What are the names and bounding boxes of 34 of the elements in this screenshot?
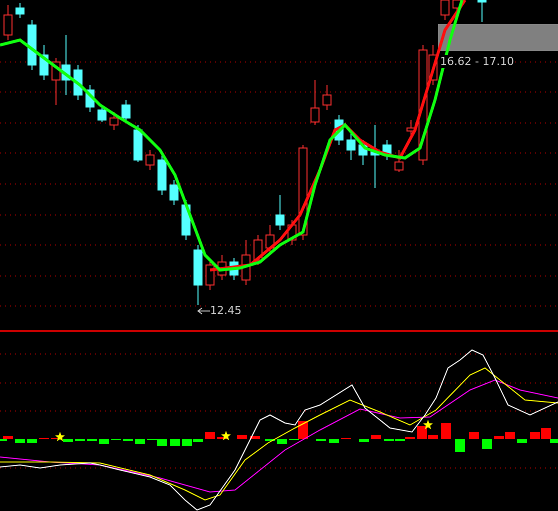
candlestick (170, 180, 178, 206)
candlestick (122, 100, 130, 122)
candlestick (110, 112, 118, 130)
candlestick (194, 244, 202, 306)
candlestick (254, 234, 262, 266)
candlestick (382, 140, 392, 160)
candlestick (276, 194, 284, 230)
candlestick (206, 262, 214, 290)
candlestick (62, 34, 70, 96)
candlestick (158, 154, 166, 196)
candlestick (4, 4, 12, 40)
candlestick (218, 254, 226, 280)
candlestick (322, 84, 332, 110)
candlestick (334, 114, 344, 146)
candlestick (266, 224, 274, 252)
candlestick (28, 20, 36, 70)
candlestick (52, 58, 60, 106)
price-label: 12.45 (210, 304, 242, 317)
candlestick (310, 80, 320, 126)
candlestick (394, 150, 404, 172)
candlestick (86, 84, 94, 112)
candlestick (242, 240, 250, 286)
candlestick (134, 124, 142, 162)
candlestick (288, 220, 296, 246)
candlestick (74, 64, 82, 100)
candlestick (230, 258, 238, 280)
candlestick (370, 124, 380, 188)
candlestick (478, 0, 486, 22)
candlestick (16, 2, 24, 18)
arrow-icon (197, 308, 210, 314)
candlestick (346, 132, 356, 160)
candlestick (146, 150, 154, 170)
price-range-label: 16.62 - 17.10 (440, 55, 514, 68)
candlestick (40, 44, 48, 80)
